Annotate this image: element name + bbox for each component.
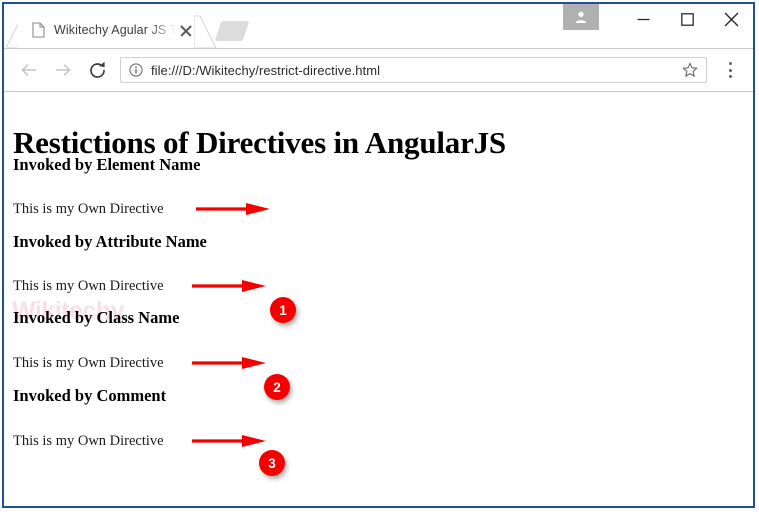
three-dot-menu-icon[interactable] <box>715 53 745 87</box>
section-heading-comment: Invoked by Comment <box>13 386 167 405</box>
directive-text-4: This is my Own Directive <box>13 433 164 449</box>
star-bookmark-icon[interactable] <box>682 62 698 78</box>
browser-toolbar: file:///D:/Wikitechy/restrict-directive.… <box>4 49 753 92</box>
browser-tab[interactable]: Wikitechy Agular JS Tuto <box>18 12 200 48</box>
close-icon[interactable] <box>178 22 194 38</box>
page-icon <box>32 22 45 38</box>
tab-right-edge <box>194 14 218 48</box>
back-arrow-icon[interactable] <box>12 53 46 87</box>
close-icon[interactable] <box>709 4 753 34</box>
menu-dot <box>728 68 732 72</box>
maximize-icon[interactable] <box>665 4 709 34</box>
directive-text-1: This is my Own Directive <box>13 201 164 217</box>
minimize-icon[interactable] <box>621 4 665 34</box>
directive-text-2: This is my Own Directive <box>13 278 164 294</box>
annotation-badge-3: 3 <box>259 450 285 476</box>
tab-title: Wikitechy Agular JS Tuto <box>54 23 176 37</box>
new-tab-icon[interactable] <box>214 21 250 41</box>
person-avatar-icon[interactable] <box>563 4 599 30</box>
tab-strip: Wikitechy Agular JS Tuto <box>4 4 753 49</box>
annotation-arrow-1 <box>196 203 270 215</box>
address-bar[interactable]: file:///D:/Wikitechy/restrict-directive.… <box>120 57 707 83</box>
forward-arrow-icon[interactable] <box>46 53 80 87</box>
section-heading-attribute-name: Invoked by Attribute Name <box>13 232 207 251</box>
annotation-arrow-2 <box>192 280 266 292</box>
url-text[interactable]: file:///D:/Wikitechy/restrict-directive.… <box>151 63 682 78</box>
reload-icon[interactable] <box>80 53 114 87</box>
menu-dot <box>728 74 732 78</box>
annotation-arrow-3 <box>192 357 266 369</box>
browser-window: Wikitechy Agular JS Tuto <box>2 2 755 508</box>
annotation-arrow-4 <box>192 435 266 447</box>
directive-text-3: This is my Own Directive <box>13 355 164 371</box>
section-heading-element-name: Invoked by Element Name <box>13 155 201 174</box>
page-content: Restictions of Directives in AngularJS W… <box>4 92 753 506</box>
window-controls <box>563 4 753 48</box>
menu-dot <box>728 62 732 66</box>
annotation-badge-2: 2 <box>264 374 290 400</box>
section-heading-class-name: Invoked by Class Name <box>13 308 180 327</box>
info-circle-icon[interactable] <box>129 63 143 77</box>
annotation-badge-1: 1 <box>270 297 296 323</box>
